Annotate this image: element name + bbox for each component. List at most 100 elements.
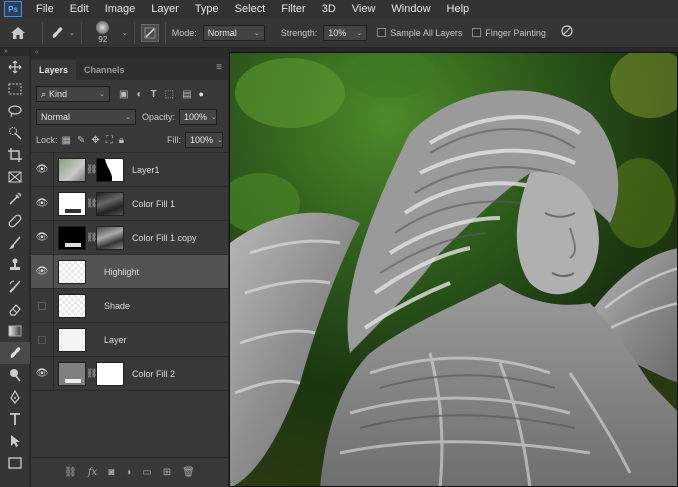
menu-3d[interactable]: 3D bbox=[314, 0, 344, 18]
strength-field[interactable]: 10% ⌄ bbox=[323, 24, 368, 41]
eyedropper-tool[interactable] bbox=[0, 188, 30, 210]
layer-row-selected[interactable]: 👁︎ Highlight bbox=[31, 254, 228, 289]
type-tool[interactable] bbox=[0, 408, 30, 430]
path-selection-tool[interactable] bbox=[0, 430, 30, 452]
strength-label: Strength: bbox=[280, 27, 318, 38]
crop-tool[interactable] bbox=[0, 144, 30, 166]
fill-thumbnail bbox=[58, 225, 86, 250]
healing-brush-tool[interactable] bbox=[0, 210, 30, 232]
adjustment-layer-icon[interactable]: ◑ bbox=[125, 467, 131, 478]
finger-painting-option[interactable]: Finger Painting bbox=[472, 28, 546, 38]
pen-tool[interactable] bbox=[0, 386, 30, 408]
marquee-tool[interactable] bbox=[0, 78, 30, 100]
filter-smart-object-icon[interactable]: ▤ bbox=[182, 89, 191, 100]
link-layers-icon[interactable]: ⛓︎ bbox=[64, 467, 77, 478]
lock-artboard-icon[interactable]: ⛶ bbox=[106, 135, 113, 146]
add-mask-icon[interactable]: ◙ bbox=[108, 467, 114, 478]
layer-row[interactable]: 👁︎ ⛓︎ Color Fill 2 bbox=[31, 356, 228, 391]
rectangle-tool[interactable] bbox=[0, 452, 30, 474]
divider bbox=[53, 356, 54, 391]
smudge-tool-preset[interactable]: ⌄ bbox=[49, 25, 75, 41]
menu-window[interactable]: Window bbox=[383, 0, 438, 18]
divider bbox=[164, 21, 166, 44]
filter-toggle-icon[interactable]: ● bbox=[199, 89, 204, 99]
brush-icon bbox=[9, 236, 21, 249]
rectangle-icon bbox=[8, 457, 22, 469]
filter-adjustment-icon[interactable]: ◐ bbox=[136, 89, 142, 100]
menu-help[interactable]: Help bbox=[439, 0, 478, 18]
home-button[interactable] bbox=[0, 18, 36, 48]
sample-all-layers-option[interactable]: Sample All Layers bbox=[377, 28, 462, 38]
panel-collapse-bar[interactable]: « bbox=[31, 48, 228, 58]
menu-view[interactable]: View bbox=[344, 0, 384, 18]
visibility-toggle[interactable] bbox=[31, 301, 53, 310]
filter-type-icon[interactable]: T bbox=[151, 89, 157, 100]
lock-position-icon[interactable]: ✥ bbox=[91, 135, 99, 146]
brush-preset-picker[interactable]: 92 bbox=[88, 21, 118, 44]
blend-mode-select[interactable]: Normal ⌄ bbox=[36, 109, 136, 125]
filter-shape-icon[interactable]: ⬚ bbox=[165, 89, 174, 100]
menu-edit[interactable]: Edit bbox=[62, 0, 97, 18]
visibility-toggle[interactable]: 👁︎ bbox=[31, 266, 53, 277]
visibility-toggle[interactable]: 👁︎ bbox=[31, 368, 53, 379]
brush-settings-button[interactable] bbox=[140, 23, 159, 42]
move-tool[interactable] bbox=[0, 56, 30, 78]
document-canvas[interactable] bbox=[229, 52, 678, 487]
marquee-icon bbox=[8, 83, 22, 95]
brush-tool[interactable] bbox=[0, 232, 30, 254]
layer-name: Color Fill 1 bbox=[132, 198, 176, 209]
menu-file[interactable]: File bbox=[28, 0, 62, 18]
sample-all-layers-checkbox[interactable] bbox=[377, 28, 387, 37]
tab-layers[interactable]: Layers bbox=[31, 60, 77, 80]
layer-row[interactable]: 👁︎ ⛓︎ Color Fill 1 bbox=[31, 186, 228, 221]
panel-menu-icon[interactable]: ≡ bbox=[216, 62, 222, 73]
bandage-icon bbox=[8, 214, 22, 228]
new-group-icon[interactable]: ▭ bbox=[142, 467, 151, 478]
lock-pixels-icon[interactable]: ✎ bbox=[77, 135, 85, 146]
lock-all-icon[interactable]: 🔒︎ bbox=[119, 135, 124, 146]
mode-select[interactable]: Normal ⌄ bbox=[202, 24, 265, 41]
eye-icon: 👁︎ bbox=[35, 164, 49, 175]
fill-field[interactable]: 100% ⌄ bbox=[185, 132, 223, 148]
gradient-tool[interactable] bbox=[0, 320, 30, 342]
tab-channels[interactable]: Channels bbox=[76, 60, 133, 80]
dodge-tool[interactable] bbox=[0, 364, 30, 386]
smudge-tool[interactable] bbox=[0, 342, 30, 364]
menu-select[interactable]: Select bbox=[227, 0, 274, 18]
visibility-toggle[interactable]: 👁︎ bbox=[31, 198, 53, 209]
lock-transparent-icon[interactable]: ▦ bbox=[62, 135, 71, 146]
menu-layer[interactable]: Layer bbox=[143, 0, 187, 18]
layer-row[interactable]: Layer bbox=[31, 322, 228, 357]
opacity-field[interactable]: 100% ⌄ bbox=[179, 109, 218, 125]
menu-bar: Ps File Edit Image Layer Type Select Fil… bbox=[0, 0, 678, 18]
layer-row[interactable]: 👁︎ ⛓︎ Layer1 bbox=[31, 152, 228, 187]
history-brush-tool[interactable] bbox=[0, 276, 30, 298]
filter-pixel-icon[interactable]: ▣ bbox=[119, 89, 128, 100]
trash-icon[interactable]: 🗑︎ bbox=[182, 467, 195, 478]
menu-filter[interactable]: Filter bbox=[273, 0, 313, 18]
layer-row[interactable]: Shade bbox=[31, 288, 228, 323]
finger-painting-checkbox[interactable] bbox=[472, 28, 482, 37]
clone-stamp-tool[interactable] bbox=[0, 254, 30, 276]
chevron-down-icon[interactable]: ⌄ bbox=[122, 29, 128, 37]
frame-tool[interactable] bbox=[0, 166, 30, 188]
home-icon bbox=[11, 26, 25, 39]
lasso-tool[interactable] bbox=[0, 100, 30, 122]
filter-kind-select[interactable]: ⌕ Kind ⌄ bbox=[36, 86, 110, 102]
eyedropper-icon bbox=[9, 193, 21, 205]
new-layer-icon[interactable]: ⊞ bbox=[163, 467, 171, 478]
brush-settings-icon bbox=[144, 27, 156, 38]
fx-icon[interactable]: fx bbox=[88, 467, 97, 478]
eraser-tool[interactable] bbox=[0, 298, 30, 320]
layer-thumbnail bbox=[58, 327, 86, 352]
visibility-toggle[interactable]: 👁︎ bbox=[31, 164, 53, 175]
collapse-tools-icon[interactable]: » bbox=[0, 48, 29, 56]
menu-type[interactable]: Type bbox=[187, 0, 227, 18]
visibility-toggle[interactable]: 👁︎ bbox=[31, 232, 53, 243]
menu-image[interactable]: Image bbox=[97, 0, 144, 18]
pressure-button[interactable] bbox=[560, 24, 574, 41]
layer-row[interactable]: 👁︎ ⛓︎ Color Fill 1 copy bbox=[31, 220, 228, 255]
visibility-toggle[interactable] bbox=[31, 335, 53, 344]
frame-icon bbox=[8, 171, 22, 183]
quick-selection-tool[interactable] bbox=[0, 122, 30, 144]
